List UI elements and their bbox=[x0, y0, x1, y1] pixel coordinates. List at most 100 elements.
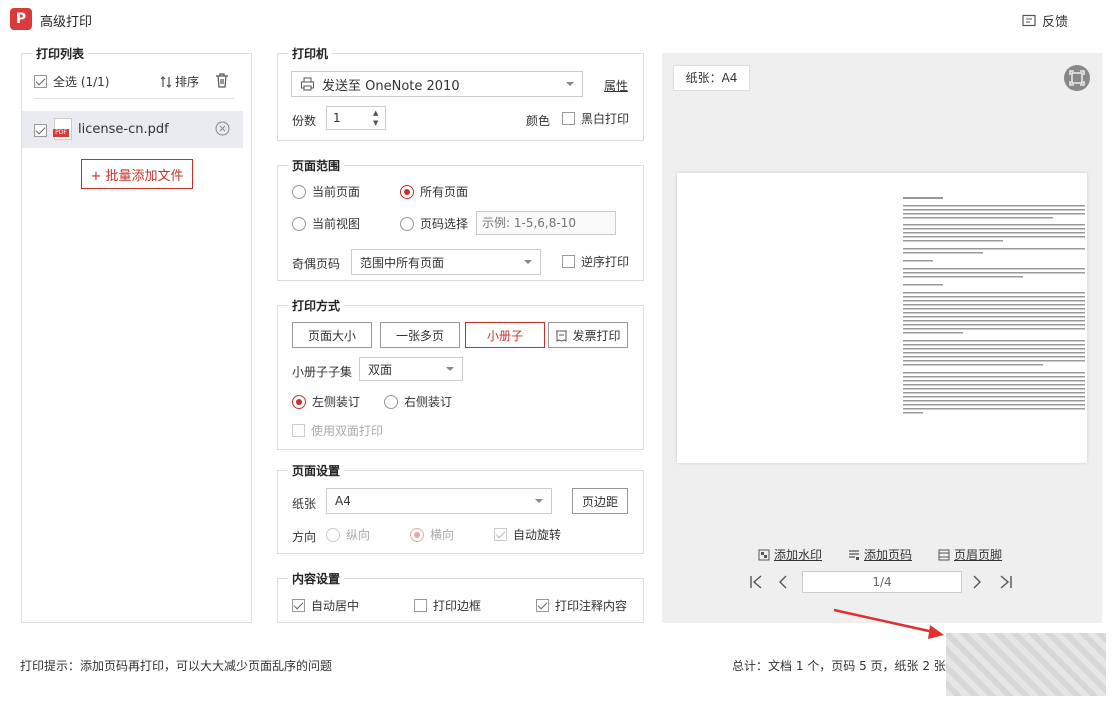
select-all-label: 全选 (1/1) bbox=[53, 75, 110, 89]
reverse-print-checkbox[interactable]: 逆序打印 bbox=[562, 253, 629, 270]
duplex-check[interactable] bbox=[292, 424, 305, 437]
stepper-up-icon[interactable]: ▲ bbox=[373, 109, 378, 117]
window-title: 高级打印 bbox=[40, 15, 93, 30]
preview-area: 纸张：A4 添加水印 添加页码 页眉页脚 1/4 bbox=[662, 53, 1102, 623]
sort-label: 排序 bbox=[175, 75, 200, 89]
printer-select[interactable]: 发送至 OneNote 2010 bbox=[291, 71, 583, 97]
all-pages-label: 所有页面 bbox=[420, 185, 469, 199]
odd-even-label: 奇偶页码 bbox=[292, 257, 341, 271]
pdf-badge: PDF bbox=[53, 129, 69, 137]
chevron-down-icon bbox=[535, 499, 543, 503]
auto-center-check[interactable] bbox=[292, 599, 305, 612]
page-indicator[interactable]: 1/4 bbox=[802, 571, 962, 593]
left-binding-radio[interactable]: 左侧装订 bbox=[292, 393, 360, 410]
copies-stepper[interactable]: 1 ▲ ▼ bbox=[326, 106, 386, 130]
first-page-icon[interactable] bbox=[748, 573, 764, 591]
batch-add-files-button[interactable]: + 批量添加文件 bbox=[81, 159, 193, 189]
print-annotations-checkbox[interactable]: 打印注释内容 bbox=[536, 597, 627, 614]
odd-even-select[interactable]: 范围中所有页面 bbox=[351, 249, 541, 275]
file-list-item[interactable]: PDF license-cn.pdf bbox=[22, 111, 243, 148]
chevron-down-icon bbox=[524, 260, 532, 264]
landscape-label: 横向 bbox=[430, 528, 455, 542]
duplex-label: 使用双面打印 bbox=[311, 424, 384, 438]
page-select-radio-dot[interactable] bbox=[400, 216, 414, 231]
page-setup-legend: 页面设置 bbox=[288, 462, 345, 479]
current-page-radio-dot[interactable] bbox=[292, 184, 306, 199]
landscape-radio-dot[interactable] bbox=[410, 527, 424, 542]
trash-icon[interactable] bbox=[215, 73, 229, 88]
chevron-down-icon bbox=[566, 82, 574, 86]
current-view-radio-dot[interactable] bbox=[292, 216, 306, 231]
page-select-input[interactable] bbox=[476, 211, 616, 235]
print-annotations-check[interactable] bbox=[536, 599, 549, 612]
file-name: license-cn.pdf bbox=[78, 122, 169, 137]
page-range-legend: 页面范围 bbox=[288, 157, 345, 174]
prev-page-icon[interactable] bbox=[776, 573, 790, 591]
printer-properties-link[interactable]: 属性 bbox=[604, 77, 628, 94]
multi-page-button[interactable]: 一张多页 bbox=[380, 322, 460, 348]
copies-value: 1 bbox=[333, 111, 341, 125]
invoice-icon bbox=[556, 330, 568, 342]
margins-button[interactable]: 页边距 bbox=[572, 488, 628, 514]
print-mode-panel: 打印方式 页面大小 一张多页 小册子 发票打印 小册子子集 双面 左侧装订 右侧… bbox=[277, 297, 644, 450]
current-view-radio[interactable]: 当前视图 bbox=[292, 215, 360, 232]
duplex-checkbox[interactable]: 使用双面打印 bbox=[292, 422, 383, 439]
paper-select[interactable]: A4 bbox=[326, 488, 552, 514]
portrait-radio[interactable]: 纵向 bbox=[326, 526, 370, 543]
feedback-button[interactable]: 反馈 bbox=[1022, 11, 1068, 30]
add-watermark-button[interactable]: 添加水印 bbox=[758, 546, 822, 563]
right-binding-radio[interactable]: 右侧装订 bbox=[384, 393, 452, 410]
print-list-legend: 打印列表 bbox=[32, 45, 89, 62]
auto-rotate-checkbox[interactable]: 自动旋转 bbox=[494, 526, 561, 543]
portrait-radio-dot[interactable] bbox=[326, 527, 340, 542]
print-border-check[interactable] bbox=[414, 599, 427, 612]
add-page-number-button[interactable]: 添加页码 bbox=[848, 546, 912, 563]
last-page-icon[interactable] bbox=[998, 573, 1014, 591]
invoice-print-button[interactable]: 发票打印 bbox=[548, 322, 628, 348]
landscape-radio[interactable]: 横向 bbox=[410, 526, 454, 543]
reverse-print-check[interactable] bbox=[562, 255, 575, 268]
stepper-down-icon[interactable]: ▼ bbox=[373, 119, 378, 127]
content-setup-legend: 内容设置 bbox=[288, 570, 345, 587]
reverse-print-label: 逆序打印 bbox=[581, 255, 630, 269]
next-page-icon[interactable] bbox=[970, 573, 984, 591]
print-border-checkbox[interactable]: 打印边框 bbox=[414, 597, 481, 614]
print-annotations-label: 打印注释内容 bbox=[555, 599, 628, 613]
paper-badge: 纸张：A4 bbox=[673, 65, 750, 91]
current-page-label: 当前页面 bbox=[312, 185, 361, 199]
booklet-button[interactable]: 小册子 bbox=[465, 322, 545, 348]
print-border-label: 打印边框 bbox=[433, 599, 482, 613]
select-all-check[interactable] bbox=[34, 75, 47, 88]
bw-print-check[interactable] bbox=[562, 112, 575, 125]
header-footer-icon bbox=[938, 549, 950, 560]
odd-even-value: 范围中所有页面 bbox=[360, 255, 445, 270]
right-binding-radio-dot[interactable] bbox=[384, 394, 398, 409]
booklet-subset-value: 双面 bbox=[368, 362, 393, 377]
bw-print-checkbox[interactable]: 黑白打印 bbox=[562, 110, 629, 127]
auto-center-label: 自动居中 bbox=[311, 599, 360, 613]
print-button[interactable] bbox=[946, 633, 1106, 696]
feedback-icon bbox=[1022, 14, 1036, 26]
sort-icon bbox=[160, 75, 172, 88]
page-select-radio[interactable]: 页码选择 bbox=[400, 215, 468, 232]
current-page-radio[interactable]: 当前页面 bbox=[292, 183, 360, 200]
all-pages-radio-dot[interactable] bbox=[400, 184, 414, 199]
sort-button[interactable]: 排序 bbox=[160, 73, 199, 90]
fullscreen-icon[interactable] bbox=[1064, 65, 1090, 91]
select-all-checkbox[interactable]: 全选 (1/1) bbox=[34, 73, 110, 90]
file-checkbox[interactable] bbox=[34, 124, 47, 137]
right-binding-label: 右侧装订 bbox=[404, 395, 453, 409]
remove-file-icon[interactable] bbox=[215, 121, 230, 136]
booklet-subset-select[interactable]: 双面 bbox=[359, 357, 463, 381]
auto-rotate-check[interactable] bbox=[494, 528, 507, 541]
invoice-print-label: 发票打印 bbox=[572, 328, 621, 343]
header-footer-button[interactable]: 页眉页脚 bbox=[938, 546, 1002, 563]
page-number-icon bbox=[849, 549, 859, 560]
auto-center-checkbox[interactable]: 自动居中 bbox=[292, 597, 359, 614]
page-size-button[interactable]: 页面大小 bbox=[292, 322, 372, 348]
current-view-label: 当前视图 bbox=[312, 217, 361, 231]
add-page-number-label: 添加页码 bbox=[864, 548, 913, 562]
left-binding-radio-dot[interactable] bbox=[292, 394, 306, 409]
print-list-panel: 打印列表 全选 (1/1) 排序 PDF license-cn.pdf + 批量… bbox=[21, 45, 252, 623]
all-pages-radio[interactable]: 所有页面 bbox=[400, 183, 468, 200]
